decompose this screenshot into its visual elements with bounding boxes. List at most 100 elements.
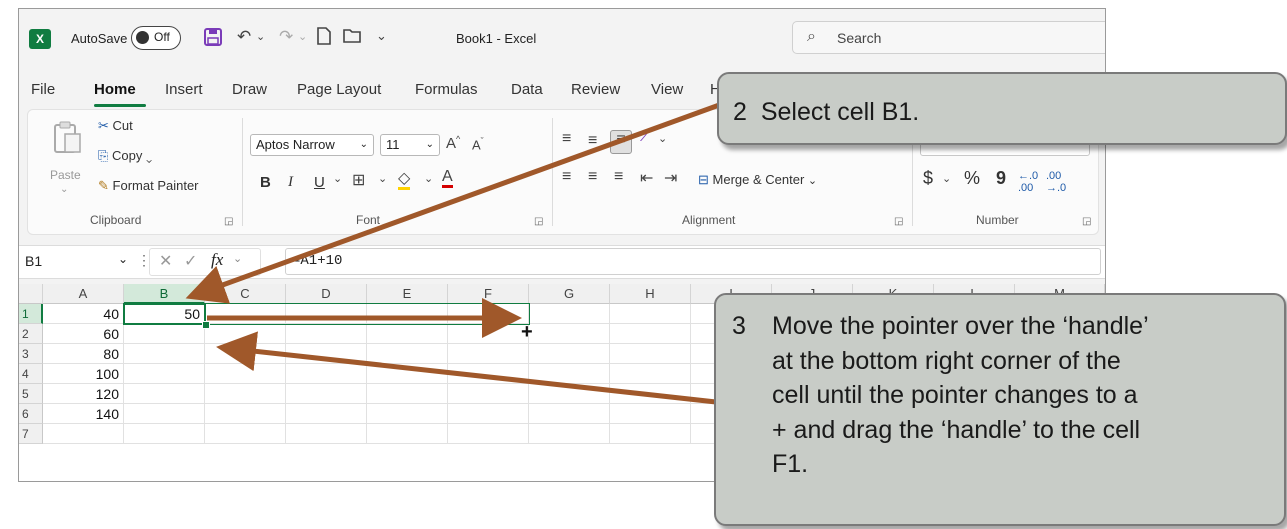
dialog-launcher-icon[interactable]: ◲ — [894, 216, 903, 227]
grid-cell[interactable] — [367, 364, 448, 384]
grid-cell[interactable] — [367, 384, 448, 404]
cell-a2[interactable]: 60 — [43, 324, 124, 344]
tab-review[interactable]: Review — [571, 81, 620, 98]
grid-cell[interactable] — [610, 404, 691, 424]
grid-cell[interactable] — [124, 364, 205, 384]
name-box[interactable]: B1 — [25, 253, 42, 269]
currency-button[interactable]: $ — [923, 168, 933, 189]
grid-cell[interactable] — [205, 364, 286, 384]
row-header-2[interactable]: 2 — [19, 324, 43, 344]
grid-cell[interactable] — [529, 404, 610, 424]
grid-cell[interactable] — [610, 364, 691, 384]
tab-draw[interactable]: Draw — [232, 81, 267, 98]
fill-handle[interactable] — [202, 321, 210, 329]
open-folder-icon[interactable] — [343, 28, 363, 49]
cell-a7[interactable] — [43, 424, 124, 444]
customize-toolbar-icon[interactable]: ⌄ — [376, 26, 387, 46]
dialog-launcher-icon[interactable]: ◲ — [224, 216, 233, 227]
paste-label[interactable]: Paste — [50, 168, 81, 182]
enter-icon[interactable]: ✓ — [184, 251, 197, 271]
cell-a5[interactable]: 120 — [43, 384, 124, 404]
chevron-down-icon[interactable]: ⌄ — [60, 184, 68, 195]
cell-a4[interactable]: 100 — [43, 364, 124, 384]
chevron-down-icon[interactable]: ⌄ — [942, 172, 951, 185]
grid-cell[interactable] — [124, 324, 205, 344]
chevron-down-icon[interactable]: ⌄ — [298, 27, 307, 47]
column-header-f[interactable]: F — [448, 284, 529, 304]
save-icon[interactable] — [204, 28, 222, 51]
column-header-g[interactable]: G — [529, 284, 610, 304]
tab-home[interactable]: Home — [94, 81, 136, 98]
column-header-b[interactable]: B — [124, 284, 205, 304]
merge-center-button[interactable]: ⊟ Merge & Center ⌄ — [698, 172, 817, 188]
align-middle-icon[interactable]: ≡ — [588, 132, 597, 150]
chevron-down-icon[interactable]: ⌄ — [233, 252, 242, 265]
column-header-e[interactable]: E — [367, 284, 448, 304]
search-input[interactable]: ⌕ Search — [792, 21, 1105, 54]
copy-button[interactable]: ⎘ Copy ⌄ — [98, 148, 152, 164]
grid-cell[interactable] — [610, 304, 691, 324]
grid-cell[interactable] — [205, 344, 286, 364]
tab-view[interactable]: View — [651, 81, 683, 98]
tab-insert[interactable]: Insert — [165, 81, 203, 98]
grid-cell[interactable] — [610, 324, 691, 344]
tab-file[interactable]: File — [31, 81, 55, 98]
grid-cell[interactable] — [529, 424, 610, 444]
grid-cell[interactable] — [448, 424, 529, 444]
grid-cell[interactable] — [448, 324, 529, 344]
cut-button[interactable]: ✂ Cut — [98, 118, 133, 134]
grid-cell[interactable] — [205, 404, 286, 424]
font-name-dropdown[interactable]: Aptos Narrow ⌄ — [250, 134, 374, 156]
paste-icon[interactable] — [52, 120, 82, 162]
grid-cell[interactable] — [529, 304, 610, 324]
grid-cell[interactable] — [286, 344, 367, 364]
tab-formulas[interactable]: Formulas — [415, 81, 478, 98]
grid-cell[interactable] — [286, 364, 367, 384]
tab-page-layout[interactable]: Page Layout — [297, 81, 381, 98]
chevron-down-icon[interactable]: ⌄ — [424, 172, 433, 185]
grid-cell[interactable] — [529, 344, 610, 364]
formula-input[interactable]: =A1+10 — [285, 248, 1101, 275]
column-header-a[interactable]: A — [43, 284, 124, 304]
cell-a6[interactable]: 140 — [43, 404, 124, 424]
row-header-6[interactable]: 6 — [19, 404, 43, 424]
italic-button[interactable]: I — [288, 174, 293, 191]
grid-cell[interactable] — [124, 344, 205, 364]
orientation-icon[interactable]: ⟋ — [640, 128, 651, 146]
comma-style-button[interactable]: 9 — [996, 168, 1006, 189]
grid-cell[interactable] — [124, 384, 205, 404]
row-header-4[interactable]: 4 — [19, 364, 43, 384]
grid-cell[interactable] — [448, 344, 529, 364]
align-bottom-icon[interactable]: ≡ — [610, 130, 632, 154]
underline-button[interactable]: U — [314, 174, 325, 191]
bold-button[interactable]: B — [260, 174, 271, 191]
grid-cell[interactable] — [286, 384, 367, 404]
grid-cell[interactable] — [610, 344, 691, 364]
align-right-icon[interactable]: ≡ — [614, 168, 623, 186]
column-header-c[interactable]: C — [205, 284, 286, 304]
cell-a1[interactable]: 40 — [43, 304, 124, 324]
grid-cell[interactable] — [205, 384, 286, 404]
insert-function-button[interactable]: fx — [211, 250, 223, 270]
grid-cell[interactable] — [124, 424, 205, 444]
percent-button[interactable]: % — [964, 168, 980, 189]
row-header-1[interactable]: 1 — [19, 304, 43, 324]
column-header-d[interactable]: D — [286, 284, 367, 304]
format-painter-button[interactable]: ✎ Format Painter — [98, 178, 199, 194]
grid-cell[interactable] — [286, 424, 367, 444]
autosave-toggle[interactable]: Off — [131, 26, 181, 50]
redo-icon[interactable]: ↷ — [279, 27, 293, 47]
increase-indent-icon[interactable]: ⇥ — [664, 168, 677, 188]
grid-cell[interactable] — [367, 404, 448, 424]
font-size-dropdown[interactable]: 11 ⌄ — [380, 134, 440, 156]
increase-font-icon[interactable]: A^ — [446, 134, 460, 152]
grid-cell[interactable] — [367, 424, 448, 444]
chevron-down-icon[interactable]: ⌄ — [256, 27, 265, 47]
chevron-down-icon[interactable]: ⌄ — [378, 172, 387, 185]
font-color-icon[interactable]: A — [442, 168, 453, 188]
align-left-icon[interactable]: ≡ — [562, 168, 571, 186]
column-header-h[interactable]: H — [610, 284, 691, 304]
grid-cell[interactable] — [367, 344, 448, 364]
tab-data[interactable]: Data — [511, 81, 543, 98]
dialog-launcher-icon[interactable]: ◲ — [1082, 216, 1091, 227]
